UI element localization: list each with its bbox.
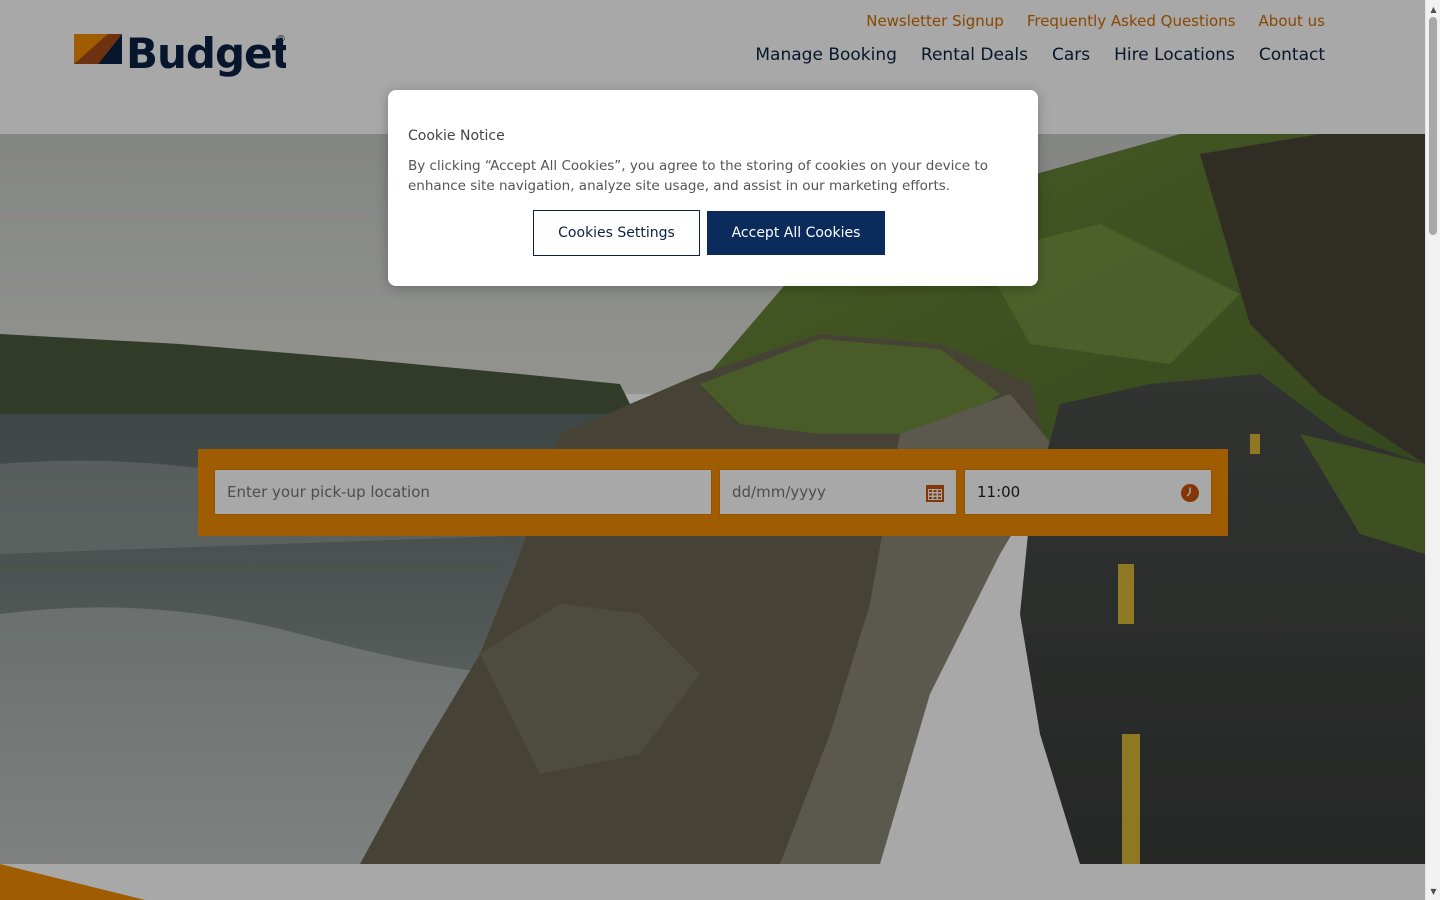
cookie-notice-text: By clicking “Accept All Cookies”, you ag… <box>408 158 988 194</box>
page: Budget ® Newsletter Signup Frequently As… <box>0 0 1440 900</box>
cookie-notice-dialog: Cookie Notice By clicking “Accept All Co… <box>388 90 1038 286</box>
scrollbar-thumb[interactable] <box>1429 17 1437 235</box>
scroll-up-icon[interactable]: ▲ <box>1426 2 1440 16</box>
page-scrollbar[interactable]: ▲ ▼ <box>1425 0 1440 900</box>
scroll-down-icon[interactable]: ▼ <box>1426 884 1440 898</box>
cookie-notice-title: Cookie Notice <box>408 128 505 144</box>
cookies-settings-button[interactable]: Cookies Settings <box>533 210 700 256</box>
accept-all-cookies-button[interactable]: Accept All Cookies <box>707 211 885 255</box>
